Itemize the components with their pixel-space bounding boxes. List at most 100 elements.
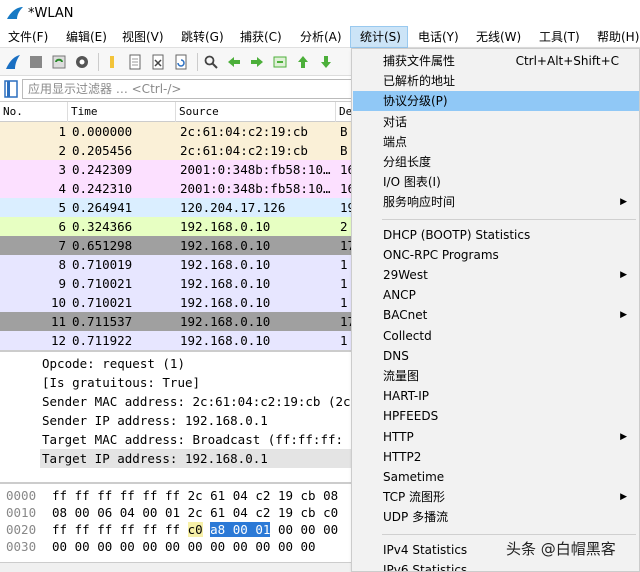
- menu-go[interactable]: 跳转(G): [181, 26, 224, 48]
- hex-byte: cb: [300, 488, 316, 503]
- last-packet-icon[interactable]: [316, 52, 336, 72]
- stats-menu-item[interactable]: 捕获文件属性 Ctrl+Alt+Shift+C: [353, 51, 639, 71]
- detail-row-gratuitous[interactable]: [Is gratuitous: True]: [42, 373, 200, 392]
- packet-row[interactable]: 2 0.205456 2c:61:04:c2:19:cb B: [0, 141, 352, 160]
- stats-menu-item[interactable]: 服务响应时间 ▶: [353, 192, 639, 212]
- hex-byte: 19: [277, 505, 293, 520]
- stats-menu-item[interactable]: HTTP2: [353, 447, 639, 467]
- stats-menu-item-label: BACnet: [383, 308, 428, 323]
- packet-row[interactable]: 11 0.711537 192.168.0.10 17: [0, 312, 352, 331]
- menu-telephony[interactable]: 电话(Y): [418, 26, 459, 48]
- packet-row[interactable]: 12 0.711922 192.168.0.10 1: [0, 331, 352, 350]
- forward-arrow-icon[interactable]: [247, 52, 267, 72]
- stats-menu-item-label: 流量图: [383, 369, 420, 383]
- watermark-text: 头条 @白帽黑客: [506, 540, 616, 558]
- hex-byte: c2: [255, 488, 271, 503]
- packet-row[interactable]: 1 0.000000 2c:61:04:c2:19:cb B: [0, 122, 352, 141]
- column-time[interactable]: Time: [68, 102, 176, 122]
- stats-menu-item[interactable]: Sametime: [353, 467, 639, 487]
- display-filter-input[interactable]: [22, 79, 352, 99]
- hex-byte: 00: [164, 539, 181, 554]
- stats-menu-item[interactable]: ANCP: [353, 285, 639, 305]
- hex-byte: ff: [52, 488, 68, 503]
- menu-file[interactable]: 文件(F): [8, 26, 48, 48]
- search-icon[interactable]: [201, 52, 221, 72]
- stats-menu-item[interactable]: IPv6 Statistics: [353, 560, 639, 571]
- reload-icon[interactable]: [171, 52, 191, 72]
- stats-menu-item[interactable]: HTTP ▶: [353, 427, 639, 447]
- stats-menu-item[interactable]: Collectd: [353, 326, 639, 346]
- stats-menu-item[interactable]: 29West ▶: [353, 265, 639, 285]
- menu-statistics[interactable]: 统计(S): [350, 26, 408, 48]
- hex-row[interactable]: 0010 08 00 06 04 00 01 2c 61 04 c2 19 cb …: [0, 505, 352, 521]
- column-no[interactable]: No.: [0, 102, 68, 122]
- stats-menu-item[interactable]: 分组长度: [353, 152, 639, 172]
- menu-help[interactable]: 帮助(H): [597, 26, 639, 48]
- submenu-arrow-icon: ▶: [620, 197, 627, 208]
- packet-row[interactable]: 9 0.710021 192.168.0.10 1: [0, 274, 352, 293]
- menu-view[interactable]: 视图(V): [122, 26, 164, 48]
- stats-menu-item[interactable]: 端点: [353, 132, 639, 152]
- detail-row-opcode[interactable]: Opcode: request (1): [42, 354, 185, 373]
- stats-menu-item[interactable]: BACnet ▶: [353, 305, 639, 325]
- back-arrow-icon[interactable]: [224, 52, 244, 72]
- packet-row[interactable]: 3 0.242309 2001:0:348b:fb58:10… 16: [0, 160, 352, 179]
- options-gear-icon[interactable]: [72, 52, 92, 72]
- detail-row-sender-mac[interactable]: Sender MAC address: 2c:61:04:c2:19:cb (2…: [42, 392, 351, 411]
- packet-row[interactable]: 7 0.651298 192.168.0.10 17: [0, 236, 352, 255]
- hex-byte: 00: [74, 505, 90, 520]
- hex-byte: ff: [142, 522, 158, 537]
- hex-row[interactable]: 0020 ff ff ff ff ff ff c0 a8 00 01 00 00 …: [0, 522, 352, 538]
- detail-row-target-ip[interactable]: Target IP address: 192.168.0.1: [40, 449, 352, 468]
- hex-byte: c0: [187, 522, 203, 537]
- packet-row[interactable]: 5 0.264941 120.204.17.126 19: [0, 198, 352, 217]
- bookmark-icon[interactable]: [4, 80, 18, 98]
- stats-menu-item[interactable]: 已解析的地址: [353, 71, 639, 91]
- packet-row[interactable]: 10 0.710021 192.168.0.10 1: [0, 293, 352, 312]
- menu-tools[interactable]: 工具(T): [539, 26, 580, 48]
- menu-edit[interactable]: 编辑(E): [66, 26, 107, 48]
- column-destination[interactable]: De: [336, 102, 352, 122]
- stats-menu-item-label: DHCP (BOOTP) Statistics: [383, 227, 531, 242]
- packet-time: 0.710021: [72, 276, 133, 291]
- packet-no: 8: [58, 257, 66, 272]
- packet-row[interactable]: 4 0.242310 2001:0:348b:fb58:10… 16: [0, 179, 352, 198]
- menu-capture[interactable]: 捕获(C): [240, 26, 282, 48]
- stats-menu-item[interactable]: HPFEEDS: [353, 406, 639, 426]
- stats-menu-item[interactable]: 协议分级(P): [353, 91, 639, 112]
- first-packet-icon[interactable]: [293, 52, 313, 72]
- stats-menu-item-label: ANCP: [383, 288, 416, 303]
- shark-fin-icon[interactable]: [3, 52, 23, 72]
- column-source[interactable]: Source: [176, 102, 336, 122]
- stats-menu-item-label: 29West: [383, 268, 428, 282]
- stats-menu-item[interactable]: I/O 图表(I): [353, 172, 639, 192]
- menu-analyze[interactable]: 分析(A): [300, 26, 342, 48]
- hex-row[interactable]: 0000 ff ff ff ff ff ff 2c 61 04 c2 19 cb …: [0, 488, 352, 504]
- stats-menu-item[interactable]: HART-IP: [353, 386, 639, 406]
- detail-row-target-mac[interactable]: Target MAC address: Broadcast (ff:ff:ff:: [42, 430, 343, 449]
- restart-icon[interactable]: [49, 52, 69, 72]
- stats-menu-item[interactable]: ONC-RPC Programs: [353, 245, 639, 265]
- menu-wireless[interactable]: 无线(W): [476, 26, 521, 48]
- hex-row[interactable]: 0030 00 00 00 00 00 00 00 00 00 00 00 00: [0, 539, 352, 555]
- stats-menu-item[interactable]: DHCP (BOOTP) Statistics: [353, 225, 639, 245]
- hex-byte: ff: [119, 488, 135, 503]
- stats-menu-item[interactable]: 对话: [353, 112, 639, 132]
- stats-menu-item[interactable]: 流量图: [353, 366, 639, 386]
- open-folder-icon[interactable]: [102, 52, 122, 72]
- stats-menu-item[interactable]: TCP 流图形 ▶: [353, 487, 639, 507]
- stats-menu-item-label: HART-IP: [383, 389, 430, 404]
- packet-row[interactable]: 8 0.710019 192.168.0.10 1: [0, 255, 352, 274]
- packet-source: 2c:61:04:c2:19:cb: [180, 124, 308, 139]
- packet-row[interactable]: 6 0.324366 192.168.0.10 2: [0, 217, 352, 236]
- hex-byte: 00: [255, 539, 271, 554]
- stats-menu-item[interactable]: DNS: [353, 346, 639, 366]
- stats-menu-item[interactable]: UDP 多播流: [353, 507, 639, 527]
- stop-icon[interactable]: [26, 52, 46, 72]
- goto-packet-icon[interactable]: [270, 52, 290, 72]
- stats-menu-item-label: HPFEEDS: [383, 409, 439, 424]
- detail-row-sender-ip[interactable]: Sender IP address: 192.168.0.1: [42, 411, 268, 430]
- hex-byte: 08: [323, 488, 339, 503]
- save-file-icon[interactable]: [125, 52, 145, 72]
- close-file-icon[interactable]: [148, 52, 168, 72]
